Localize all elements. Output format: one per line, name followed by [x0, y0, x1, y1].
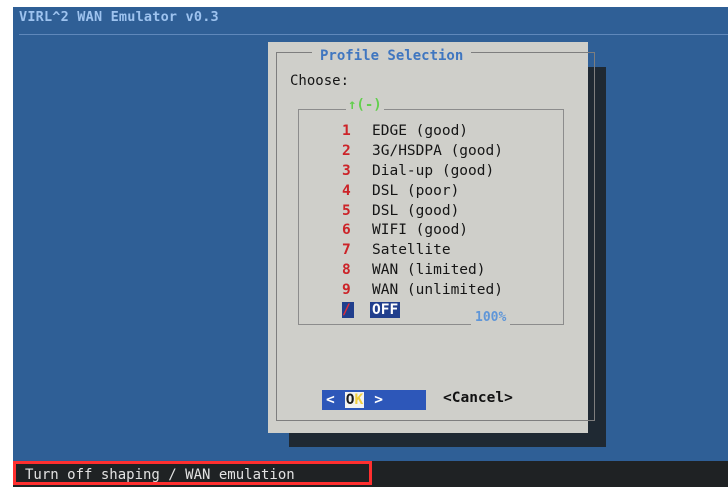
- title-divider: [19, 34, 728, 35]
- dialog-title: Profile Selection: [320, 48, 464, 64]
- dialog-title-wrap: Profile Selection: [312, 45, 472, 64]
- menu-border-right: [563, 109, 564, 325]
- menu-item-wifi[interactable]: 6 WIFI (good): [342, 221, 503, 241]
- app-title: VIRL^2 WAN Emulator v0.3: [19, 9, 219, 25]
- menu-item-number: /: [342, 302, 354, 319]
- dialog-buttons: < OK > <Cancel>: [308, 389, 558, 411]
- menu-item-dsl-good[interactable]: 5 DSL (good): [342, 202, 503, 222]
- menu-item-label: WAN (unlimited): [372, 282, 503, 299]
- menu-item-label: Dial-up (good): [372, 162, 495, 179]
- menu-item-number: 4: [342, 182, 351, 199]
- menu-item-3g-hsdpa[interactable]: 2 3G/HSDPA (good): [342, 142, 503, 162]
- dialog-border-bottom: [276, 420, 595, 421]
- scroll-percentage: 100%: [471, 310, 511, 325]
- menu-item-label: WAN (limited): [372, 262, 486, 279]
- menu-item-dialup[interactable]: 3 Dial-up (good): [342, 162, 503, 182]
- menu-border-bottom: [298, 324, 564, 325]
- terminal-window: VIRL^2 WAN Emulator v0.3 Profile Selecti…: [13, 7, 728, 487]
- ok-label: OK: [344, 392, 365, 408]
- menu-item-number: 3: [342, 162, 351, 179]
- status-text: Turn off shaping / WAN emulation: [25, 467, 295, 483]
- status-bar: Turn off shaping / WAN emulation: [13, 461, 728, 487]
- menu-item-wan-unlimited[interactable]: 9 WAN (unlimited): [342, 281, 503, 301]
- menu-border-left: [298, 109, 299, 325]
- menu-item-number: 2: [342, 142, 351, 159]
- menu-item-label: DSL (good): [372, 202, 460, 219]
- menu-item-label: WIFI (good): [372, 222, 469, 239]
- ok-letter-k: K: [354, 392, 364, 408]
- menu-item-edge[interactable]: 1 EDGE (good): [342, 122, 503, 142]
- menu-item-label: 3G/HSDPA (good): [372, 142, 503, 159]
- choose-prompt: Choose:: [290, 73, 350, 89]
- dialog-border-right: [594, 52, 595, 421]
- menu-border-top: [298, 109, 564, 110]
- menu-item-dsl-poor[interactable]: 4 DSL (poor): [342, 182, 503, 202]
- menu-item-wan-limited[interactable]: 8 WAN (limited): [342, 261, 503, 281]
- menu-item-number: 5: [342, 202, 351, 219]
- dialog-border-left: [276, 52, 277, 421]
- profile-dialog: Profile Selection Choose: ↑(-) 1 EDGE (go…: [268, 42, 595, 433]
- menu-item-number: 7: [342, 242, 351, 259]
- ok-left-bracket: <: [326, 392, 335, 408]
- menu-item-label: DSL (poor): [372, 182, 460, 199]
- cancel-button[interactable]: <Cancel>: [443, 390, 513, 406]
- menu-item-number: 1: [342, 123, 351, 139]
- menu-items: 1 EDGE (good) 2 3G/HSDPA (good) 3 Dial-up (…: [342, 122, 503, 321]
- ok-right-bracket: >: [374, 392, 383, 408]
- profile-menu[interactable]: ↑(-) 1 EDGE (good) 2 3G/HSDPA (good) 3 Dial…: [298, 97, 564, 325]
- ok-button[interactable]: < OK >: [322, 390, 426, 410]
- scroll-up-indicator[interactable]: ↑(-): [346, 97, 384, 113]
- menu-item-label: OFF: [370, 302, 401, 319]
- menu-item-number: 9: [342, 282, 351, 299]
- menu-item-number: 6: [342, 222, 351, 239]
- menu-item-number: 8: [342, 262, 351, 279]
- menu-item-label: EDGE (good): [372, 123, 469, 139]
- menu-item-satellite[interactable]: 7 Satellite: [342, 241, 503, 261]
- menu-item-label: Satellite: [372, 242, 451, 259]
